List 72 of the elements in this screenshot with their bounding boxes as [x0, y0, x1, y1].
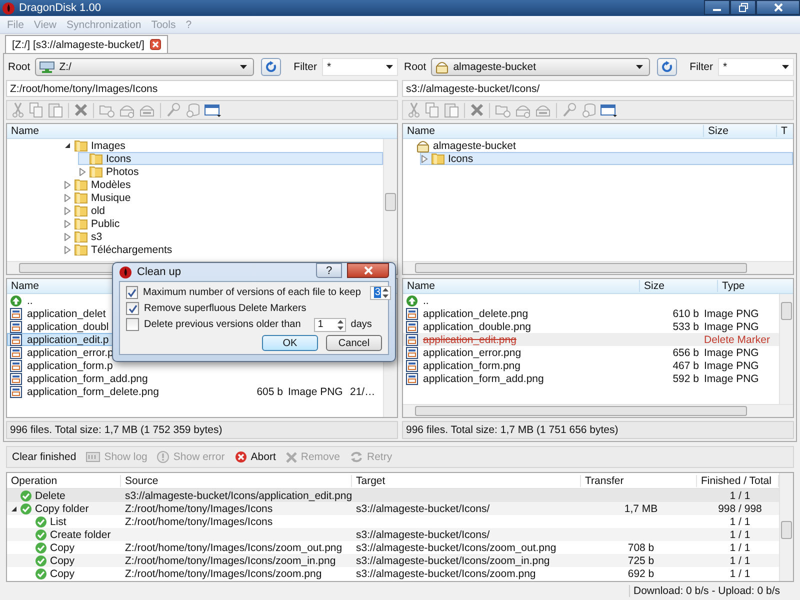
target-path: s3://almageste-bucket/Icons/	[356, 502, 490, 514]
file-name: application_delete.png	[423, 308, 528, 320]
filter-label: Filter	[294, 61, 317, 73]
file-type: Image PNG	[704, 347, 759, 359]
file-type: Image PNG	[704, 321, 759, 333]
finished-count: 1 / 1	[730, 528, 750, 540]
window-title: DragonDisk 1.00	[19, 2, 101, 14]
file-date: 21/…	[350, 386, 376, 398]
source-path: Z:/root/home/tony/Images/Icons/zoom_in.png	[125, 554, 336, 566]
option-label: Remove superfluous Delete Markers	[144, 303, 306, 314]
file-type: Delete Marker	[704, 334, 770, 346]
operation-name: Copy	[50, 568, 75, 580]
transfer-size: 708 b	[628, 542, 654, 554]
filter-label: Filter	[690, 61, 713, 73]
file-name: application_form_add.png	[423, 373, 544, 385]
dialog-title: Clean up	[137, 266, 182, 278]
file-name: application_form_delete.png	[27, 386, 159, 398]
option-label: Delete previous versions older than	[144, 319, 301, 330]
transfer-size: 692 b	[628, 568, 654, 580]
file-name: application_error.p	[27, 347, 114, 359]
file-name: application_error.png	[423, 347, 522, 359]
source-path: Z:/root/home/tony/Images/Icons/zoom_out.png	[125, 542, 342, 554]
finished-count: 1 / 1	[730, 568, 750, 580]
source-path: Z:/root/home/tony/Images/Icons/zoom.png	[125, 568, 322, 580]
operation-name: Copy folder	[35, 502, 89, 514]
target-path: s3://almageste-bucket/Icons/zoom_out.png	[356, 542, 556, 554]
file-name: application_form.p	[27, 360, 113, 372]
transfer-rate: Download: 0 b/s - Upload: 0 b/s	[628, 585, 780, 597]
status-text: 996 files. Total size: 1,7 MB (1 752 359 bytes)	[6, 421, 398, 439]
operation-name: Delete	[35, 490, 66, 502]
file-name: application_form_add.png	[27, 373, 148, 385]
file-name: application_form.png	[423, 360, 520, 372]
source-path: s3://almageste-bucket/Icons/application_edit.png	[125, 490, 352, 502]
transfer-size: 725 b	[628, 554, 654, 566]
option-label: Maximum number of versions of each file to keep	[143, 287, 361, 298]
file-name: application_delet	[27, 308, 106, 320]
finished-count: 1 / 1	[730, 554, 750, 566]
operation-name: Create folder	[50, 528, 111, 540]
file-name: application_edit.png	[423, 334, 516, 346]
target-path: s3://almageste-bucket/Icons/zoom_in.png	[356, 554, 550, 566]
root-label: Root	[404, 61, 426, 73]
file-size: 467 b	[672, 360, 699, 372]
file-name: ..	[27, 295, 33, 307]
finished-count: 998 / 998	[718, 502, 762, 514]
tab-label: [Z:/] [s3://almageste-bucket/]	[12, 38, 144, 50]
file-size: 656 b	[672, 347, 699, 359]
source-path: Z:/root/home/tony/Images/Icons	[125, 502, 273, 514]
file-name: application_double.png	[423, 321, 532, 333]
transfer-size: 1,7 MB	[624, 502, 658, 514]
finished-count: 1 / 1	[730, 490, 750, 502]
file-name: application_edit.p	[27, 334, 109, 346]
operation-name: Copy	[50, 542, 75, 554]
operation-name: List	[50, 516, 66, 528]
operation-name: Copy	[50, 554, 75, 566]
file-size: 610 b	[672, 308, 699, 320]
file-type: Image PNG	[704, 373, 759, 385]
file-name: application_doubl	[27, 321, 109, 333]
finished-count: 1 / 1	[730, 542, 750, 554]
status-text: 996 files. Total size: 1,7 MB (1 751 656 bytes)	[402, 421, 794, 439]
file-name: ..	[423, 295, 429, 307]
target-path: s3://almageste-bucket/Icons/	[356, 528, 490, 540]
file-size: 592 b	[672, 373, 699, 385]
target-path: s3://almageste-bucket/Icons/zoom.png	[356, 568, 536, 580]
file-type: Image PNG	[704, 360, 759, 372]
finished-count: 1 / 1	[730, 516, 750, 528]
file-type: Image PNG	[704, 308, 759, 320]
root-label: Root	[8, 61, 30, 73]
source-path: Z:/root/home/tony/Images/Icons	[125, 516, 273, 528]
unit-label: days	[350, 319, 372, 330]
file-size: 605 b	[256, 386, 283, 398]
file-size: 533 b	[672, 321, 699, 333]
file-type: Image PNG	[288, 386, 343, 398]
